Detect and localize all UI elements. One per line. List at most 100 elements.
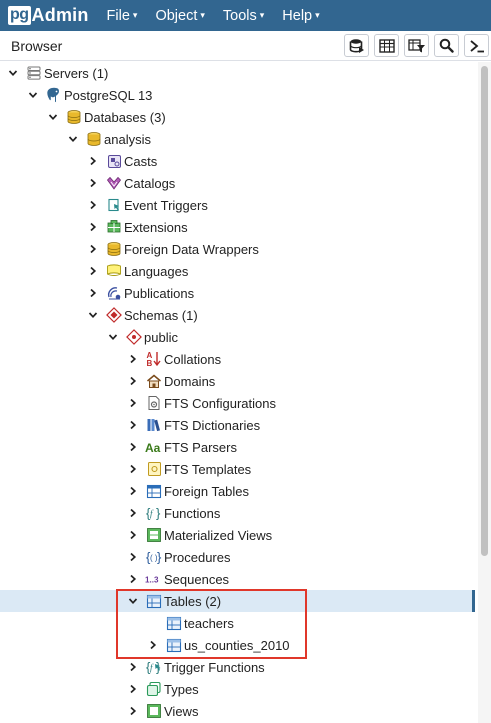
tables-icon	[145, 590, 163, 612]
filtered-rows-button[interactable]	[404, 34, 429, 57]
tree-item-label: Catalogs	[124, 175, 176, 191]
chevron-down-icon[interactable]	[86, 304, 100, 326]
tree-item-trigger-functions[interactable]: {f} Trigger Functions	[0, 656, 475, 678]
psql-tool-button[interactable]	[464, 34, 489, 57]
tree-item-label: PostgreSQL 13	[64, 87, 153, 103]
logo-pg: pg	[8, 6, 31, 25]
chevron-right-icon[interactable]	[126, 546, 140, 568]
chevron-right-icon[interactable]	[146, 634, 160, 656]
chevron-right-icon[interactable]	[126, 392, 140, 414]
menu-tools[interactable]: Tools ▾	[223, 8, 264, 24]
tree-item-label: analysis	[104, 131, 151, 147]
tree-item-label: Domains	[164, 373, 216, 389]
tree-item-analysis[interactable]: analysis	[0, 128, 475, 150]
chevron-right-icon[interactable]	[126, 700, 140, 722]
tree-scrollbar-thumb[interactable]	[481, 66, 488, 556]
chevron-right-icon[interactable]	[86, 216, 100, 238]
chevron-right-icon[interactable]	[126, 458, 140, 480]
chevron-right-icon[interactable]	[126, 502, 140, 524]
chevron-right-icon[interactable]	[126, 480, 140, 502]
sequences-icon: 1..3	[145, 568, 163, 590]
tree-item-procedures[interactable]: {( )} Procedures	[0, 546, 475, 568]
tree-item-public[interactable]: public	[0, 326, 475, 348]
chevron-right-icon[interactable]	[86, 194, 100, 216]
chevron-right-icon[interactable]	[126, 348, 140, 370]
chevron-down-icon[interactable]	[126, 590, 140, 612]
table-icon	[165, 634, 183, 656]
chevron-right-icon[interactable]	[126, 414, 140, 436]
functions-icon: {f}	[145, 502, 163, 524]
svg-text:f: f	[150, 663, 154, 673]
tree-item-postgresql-13[interactable]: PostgreSQL 13	[0, 84, 475, 106]
tree-item-label: Materialized Views	[164, 527, 273, 543]
logo-admin: Admin	[31, 5, 89, 25]
tree-item-views[interactable]: Views	[0, 700, 475, 722]
query-tool-button[interactable]	[344, 34, 369, 57]
tree-item-foreign-tables[interactable]: Foreign Tables	[0, 480, 475, 502]
chevron-down-icon: ▾	[200, 10, 205, 20]
menu-object[interactable]: Object ▾	[155, 8, 204, 24]
view-data-button[interactable]	[374, 34, 399, 57]
tree-item-label: public	[144, 329, 178, 345]
chevron-down-icon[interactable]	[66, 128, 80, 150]
event-triggers-icon	[105, 194, 123, 216]
schema-icon	[125, 326, 143, 348]
tree-item-schemas-1[interactable]: Schemas (1)	[0, 304, 475, 326]
chevron-right-icon[interactable]	[126, 678, 140, 700]
tree-item-label: Views	[164, 703, 199, 719]
tree-item-label: FTS Configurations	[164, 395, 276, 411]
tree-item-domains[interactable]: Domains	[0, 370, 475, 392]
tree-item-label: Publications	[124, 285, 195, 301]
fts-templates-icon	[145, 458, 163, 480]
tree-item-casts[interactable]: Casts	[0, 150, 475, 172]
tree-item-fts-dictionaries[interactable]: FTS Dictionaries	[0, 414, 475, 436]
tree-item-materialized-views[interactable]: Materialized Views	[0, 524, 475, 546]
chevron-down-icon[interactable]	[6, 62, 20, 84]
search-objects-button[interactable]	[434, 34, 459, 57]
tree-item-fts-parsers[interactable]: Aa FTS Parsers	[0, 436, 475, 458]
view-data-icon	[378, 38, 395, 53]
tree-item-us-counties-2010[interactable]: us_counties_2010	[0, 634, 475, 656]
chevron-right-icon[interactable]	[126, 568, 140, 590]
schemas-icon	[105, 304, 123, 326]
tree-item-label: Functions	[164, 505, 221, 521]
menu-help[interactable]: Help ▾	[282, 8, 319, 24]
chevron-right-icon[interactable]	[126, 436, 140, 458]
chevron-down-icon: ▾	[259, 10, 265, 20]
tree-item-label: Servers (1)	[44, 65, 109, 81]
tree-item-publications[interactable]: Publications	[0, 282, 475, 304]
tree-item-teachers[interactable]: teachers	[0, 612, 475, 634]
servers-icon	[25, 62, 43, 84]
tree-item-fts-configurations[interactable]: FTS Configurations	[0, 392, 475, 414]
tree-item-servers-1[interactable]: Servers (1)	[0, 62, 475, 84]
tree-item-databases-3[interactable]: Databases (3)	[0, 106, 475, 128]
chevron-right-icon[interactable]	[126, 370, 140, 392]
chevron-right-icon[interactable]	[86, 150, 100, 172]
tree-item-foreign-data-wrappers[interactable]: Foreign Data Wrappers	[0, 238, 475, 260]
foreign-tables-icon	[145, 480, 163, 502]
tree-item-functions[interactable]: {f} Functions	[0, 502, 475, 524]
chevron-right-icon[interactable]	[86, 172, 100, 194]
tree-item-collations[interactable]: A B Collations	[0, 348, 475, 370]
tree-item-sequences[interactable]: 1..3 Sequences	[0, 568, 475, 590]
tree-item-fts-templates[interactable]: FTS Templates	[0, 458, 475, 480]
tree-item-extensions[interactable]: Extensions	[0, 216, 475, 238]
tree-item-tables-2[interactable]: Tables (2)	[0, 590, 475, 612]
menu-file[interactable]: File ▾	[107, 8, 138, 24]
tree-item-event-triggers[interactable]: Event Triggers	[0, 194, 475, 216]
views-icon	[145, 700, 163, 722]
catalogs-icon	[105, 172, 123, 194]
chevron-right-icon[interactable]	[126, 524, 140, 546]
psql-tool-icon	[469, 39, 484, 52]
chevron-down-icon[interactable]	[106, 326, 120, 348]
tree-item-languages[interactable]: Languages	[0, 260, 475, 282]
chevron-right-icon[interactable]	[86, 238, 100, 260]
chevron-right-icon[interactable]	[86, 260, 100, 282]
tree-item-label: Databases (3)	[84, 109, 166, 125]
tree-item-catalogs[interactable]: Catalogs	[0, 172, 475, 194]
tree-item-types[interactable]: Types	[0, 678, 475, 700]
chevron-down-icon[interactable]	[26, 84, 40, 106]
chevron-right-icon[interactable]	[86, 282, 100, 304]
chevron-right-icon[interactable]	[126, 656, 140, 678]
chevron-down-icon[interactable]	[46, 106, 60, 128]
